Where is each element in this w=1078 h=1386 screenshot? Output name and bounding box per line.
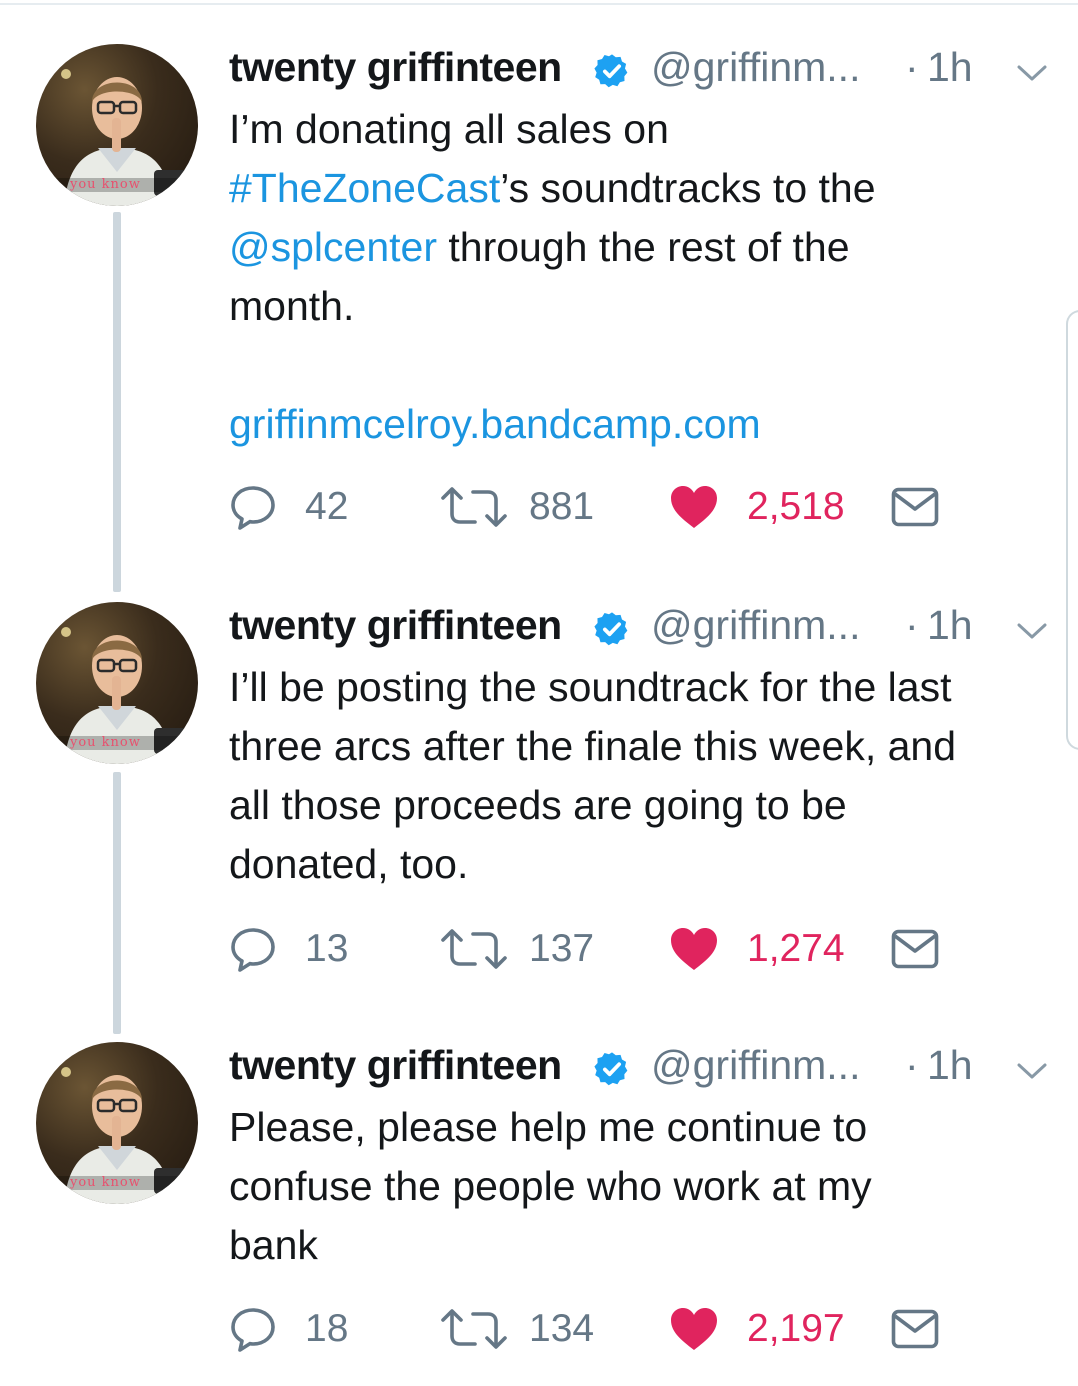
tweet-actions: 13 137 1,274 [229, 924, 969, 974]
tweet-text-segment: donated, too. [229, 841, 469, 887]
direct-message-button[interactable] [891, 482, 939, 532]
tweet-text-segment: I’m donating all sales on [229, 106, 669, 152]
tweet-text-line: three arcs after the finale this week, a… [229, 717, 1049, 776]
retweet-icon [439, 924, 509, 974]
user-handle[interactable]: @griffinm... [651, 44, 860, 91]
mention-link[interactable]: @splcenter [229, 224, 437, 270]
chevron-down-icon[interactable] [1015, 1060, 1049, 1087]
display-name[interactable]: twenty griffinteen [229, 1042, 562, 1089]
hashtag-link[interactable]: #TheZoneCast [229, 165, 500, 211]
tweet-text-line: all those proceeds are going to be [229, 776, 1049, 835]
url-link[interactable]: griffinmcelroy.bandcamp.com [229, 401, 761, 447]
tweet-text-segment: all those proceeds are going to be [229, 782, 847, 828]
tweet-text-line: griffinmcelroy.bandcamp.com [229, 395, 1049, 454]
chevron-down-icon[interactable] [1015, 620, 1049, 647]
reply-button[interactable]: 42 [229, 482, 348, 532]
separator-dot: · [905, 602, 919, 648]
tweet-text-segment: ’s soundtracks to the [500, 165, 876, 211]
retweet-count: 881 [529, 485, 595, 528]
like-button[interactable]: 2,518 [669, 482, 845, 532]
separator-dot: · [905, 1042, 919, 1088]
tweet-text-segment: confuse the people who work at my [229, 1163, 872, 1209]
top-divider [0, 3, 1078, 5]
tweet-text-line: I’m donating all sales on [229, 100, 1049, 159]
avatar-caption: you know [70, 735, 141, 750]
avatar[interactable]: you know [36, 1042, 198, 1204]
reply-icon [229, 1304, 281, 1354]
scroll-edge [1066, 310, 1078, 750]
direct-message-icon [891, 1309, 939, 1349]
tweet-text-line [229, 336, 1049, 395]
tweet-text-line: confuse the people who work at my [229, 1157, 1049, 1216]
reply-icon [229, 482, 281, 532]
reply-button[interactable]: 13 [229, 924, 348, 974]
heart-icon [669, 484, 719, 530]
verified-badge-icon [593, 52, 631, 95]
reply-button[interactable]: 18 [229, 1304, 348, 1354]
direct-message-button[interactable] [891, 924, 939, 974]
direct-message-button[interactable] [891, 1304, 939, 1354]
reply-count: 18 [305, 1307, 349, 1350]
user-handle[interactable]: @griffinm... [651, 1042, 860, 1089]
thread-connector [113, 772, 121, 1034]
retweet-button[interactable]: 137 [439, 924, 594, 974]
avatar-caption: you know [70, 177, 141, 192]
tweet-text-segment: three arcs after the finale this week, a… [229, 723, 957, 769]
tweet-text-line: Please, please help me continue to [229, 1098, 1049, 1157]
tweet-text-line: #TheZoneCast’s soundtracks to the [229, 159, 1049, 218]
tweet-text-line: donated, too. [229, 835, 1049, 894]
tweet-text-segment: through the rest of the [436, 224, 850, 270]
like-button[interactable]: 1,274 [669, 924, 845, 974]
like-count: 2,518 [747, 485, 845, 528]
tweet-actions: 18 134 2,197 [229, 1304, 969, 1354]
reply-count: 42 [305, 485, 349, 528]
tweet-text-line: I’ll be posting the soundtrack for the l… [229, 658, 1049, 717]
retweet-count: 137 [529, 927, 595, 970]
direct-message-icon [891, 929, 939, 969]
verified-badge-icon [593, 610, 631, 653]
heart-icon [669, 1306, 719, 1352]
heart-icon [669, 926, 719, 972]
reply-icon [229, 924, 281, 974]
display-name[interactable]: twenty griffinteen [229, 602, 562, 649]
tweet-text: Please, please help me continue to confus… [229, 1098, 1049, 1275]
like-count: 2,197 [747, 1307, 845, 1350]
timestamp[interactable]: 1h [927, 602, 973, 649]
chevron-down-icon[interactable] [1015, 62, 1049, 89]
direct-message-icon [891, 487, 939, 527]
tweet-text-segment: Please, please help me continue to [229, 1104, 868, 1150]
reply-count: 13 [305, 927, 349, 970]
like-count: 1,274 [747, 927, 845, 970]
retweet-count: 134 [529, 1307, 595, 1350]
thread-connector [113, 212, 121, 592]
avatar[interactable]: you know [36, 602, 198, 764]
retweet-icon [439, 1304, 509, 1354]
timestamp[interactable]: 1h [927, 44, 973, 91]
tweet-text-segment: bank [229, 1222, 318, 1268]
tweet-header: twenty griffinteen @griffinm... · 1h [229, 44, 1059, 94]
timestamp[interactable]: 1h [927, 1042, 973, 1089]
retweet-icon [439, 482, 509, 532]
display-name[interactable]: twenty griffinteen [229, 44, 562, 91]
user-handle[interactable]: @griffinm... [651, 602, 860, 649]
tweet-text-segment: month. [229, 283, 355, 329]
retweet-button[interactable]: 134 [439, 1304, 594, 1354]
tweet-text: I’ll be posting the soundtrack for the l… [229, 658, 1049, 894]
tweet-header: twenty griffinteen @griffinm... · 1h [229, 1042, 1059, 1092]
avatar-caption: you know [70, 1175, 141, 1190]
separator-dot: · [905, 44, 919, 90]
verified-badge-icon [593, 1050, 631, 1093]
tweet-text-segment: I’ll be posting the soundtrack for the l… [229, 664, 952, 710]
tweet-text: I’m donating all sales on #TheZoneCast’s … [229, 100, 1049, 454]
tweet-text-line: month. [229, 277, 1049, 336]
tweet-header: twenty griffinteen @griffinm... · 1h [229, 602, 1059, 652]
avatar[interactable]: you know [36, 44, 198, 206]
tweet-text-line: bank [229, 1216, 1049, 1275]
like-button[interactable]: 2,197 [669, 1304, 845, 1354]
tweet-actions: 42 881 2,518 [229, 482, 969, 532]
retweet-button[interactable]: 881 [439, 482, 594, 532]
tweet-text-line: @splcenter through the rest of the [229, 218, 1049, 277]
